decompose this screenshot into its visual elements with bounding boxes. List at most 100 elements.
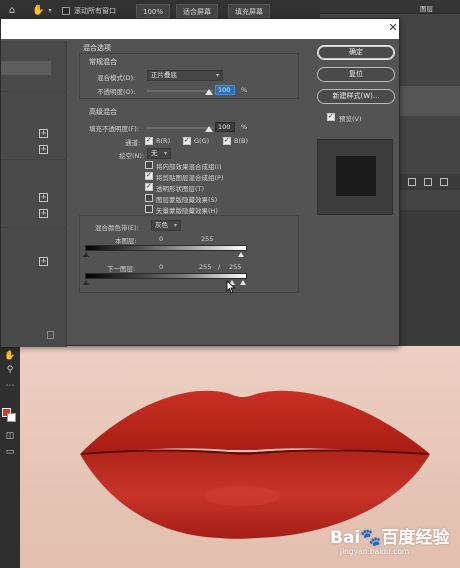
this-layer-black-handle[interactable] — [83, 252, 89, 257]
quick-mask-icon[interactable]: ◫ — [4, 430, 16, 442]
opacity-slider-handle[interactable] — [205, 89, 213, 95]
fit-screen-button[interactable]: 适合屏幕 — [176, 4, 218, 18]
layer-mask-hides-effects-checkbox[interactable] — [145, 194, 153, 202]
add-icon[interactable]: + — [39, 193, 48, 202]
this-layer-label: 本图层: — [115, 237, 137, 245]
blend-mode-value: 正片叠底 — [151, 71, 177, 79]
style-item-blending-options[interactable] — [1, 61, 51, 75]
style-preview-swatch — [336, 156, 376, 196]
blend-clipped-layers-label: 将剪贴图层混合成组(P) — [156, 174, 224, 182]
screen-mode-icon[interactable]: ▭ — [4, 446, 16, 458]
style-list: + + + + + — [1, 41, 67, 347]
blend-if-select[interactable]: 灰色 ▾ — [151, 220, 181, 231]
cursor-icon — [226, 280, 236, 294]
home-icon[interactable]: ⌂ — [6, 5, 18, 17]
channel-g-checkbox[interactable] — [183, 136, 191, 145]
this-layer-gradient[interactable] — [85, 245, 247, 251]
style-preview-box — [317, 139, 393, 215]
underlying-layer-label: 下一图层: — [107, 265, 136, 273]
fill-opacity-slider-handle[interactable] — [205, 126, 213, 132]
scroll-all-windows-label: 滚动所有窗口 — [74, 7, 116, 15]
watermark-url: jingyan.baidu.com — [340, 547, 410, 556]
fill-opacity-label: 填充不透明度(F): — [89, 125, 140, 133]
dialog-actions: 确定 复位 新建样式(W)... 预览(V) — [313, 41, 397, 347]
underlying-layer-white-handle-right[interactable] — [240, 280, 246, 285]
vector-mask-hides-effects-checkbox[interactable] — [145, 205, 153, 213]
underlying-layer-gradient[interactable] — [85, 273, 247, 279]
blend-if-label: 混合颜色带(E): — [95, 224, 139, 232]
trash-icon[interactable] — [440, 178, 448, 186]
chevron-down-icon: ▾ — [173, 222, 177, 229]
blend-interior-effects-label: 将内部效果混合成组(I) — [156, 163, 222, 171]
underlying-layer-min: 0 — [159, 263, 164, 271]
fill-opacity-slider[interactable] — [147, 127, 213, 129]
chevron-down-icon: ▾ — [163, 150, 167, 157]
toolbar: ✋ ⚲ ⋯ ◫ ▭ — [0, 346, 20, 568]
layers-tab[interactable]: 图层 — [420, 3, 433, 13]
style-divider — [1, 91, 67, 92]
knockout-select[interactable]: 无 ▾ — [147, 148, 171, 159]
add-icon[interactable]: + — [39, 209, 48, 218]
underlying-layer-black-handle[interactable] — [83, 280, 89, 285]
advanced-blending-title: 高级混合 — [89, 108, 117, 116]
layers-panel-footer — [400, 174, 460, 190]
ok-button[interactable]: 确定 — [317, 45, 395, 60]
vector-mask-hides-effects-label: 矢量蒙版隐藏效果(H) — [156, 207, 218, 215]
reset-button[interactable]: 复位 — [317, 67, 395, 82]
baidu-jingyan-watermark: Bai🐾百度经验 jingyan.baidu.com — [330, 523, 456, 563]
add-icon[interactable]: + — [39, 129, 48, 138]
this-layer-min: 0 — [159, 235, 164, 243]
this-layer-max: 255 — [201, 235, 214, 243]
preview-label: 预览(V) — [339, 115, 362, 123]
close-icon[interactable]: ✕ — [387, 22, 399, 34]
channel-r-label: R(R) — [156, 137, 171, 145]
opacity-input[interactable]: 100 — [215, 85, 235, 95]
fill-opacity-unit: % — [241, 123, 248, 131]
trash-icon[interactable] — [47, 331, 54, 339]
folder-icon[interactable] — [408, 178, 416, 186]
layer-style-dialog: ✕ + + + + + 混合选项 常规混合 混合模式(D): 正片叠底 ▾ 不透… — [0, 18, 400, 347]
new-style-button[interactable]: 新建样式(W)... — [317, 89, 395, 104]
knockout-label: 挖空(N): — [119, 152, 145, 160]
zoom-tool-icon[interactable]: ⚲ — [4, 364, 16, 376]
this-layer-white-handle[interactable] — [238, 252, 244, 257]
underlying-layer-max-2: 255 — [229, 263, 242, 271]
channel-b-checkbox[interactable] — [223, 136, 231, 145]
knockout-value: 无 — [151, 149, 158, 157]
opacity-slider[interactable] — [147, 90, 213, 92]
more-tools-icon[interactable]: ⋯ — [4, 380, 16, 392]
blend-mode-label: 混合模式(D): — [97, 74, 136, 82]
layer-row[interactable] — [400, 86, 460, 116]
opacity-unit: % — [241, 86, 248, 94]
add-icon[interactable] — [424, 178, 432, 186]
opacity-label: 不透明度(O): — [97, 88, 136, 96]
hand-icon[interactable]: ✋ — [32, 5, 44, 17]
preview-checkbox[interactable] — [327, 112, 335, 121]
blend-mode-select[interactable]: 正片叠底 ▾ — [147, 70, 223, 81]
fill-opacity-input[interactable]: 100 — [215, 122, 235, 132]
background-color-swatch[interactable] — [7, 413, 16, 422]
transparency-shapes-checkbox[interactable] — [145, 182, 153, 191]
transparency-shapes-label: 透明形状图层(T) — [156, 185, 205, 193]
fill-screen-button[interactable]: 填充屏幕 — [228, 4, 270, 18]
blend-clipped-layers-checkbox[interactable] — [145, 171, 153, 180]
watermark-logo: Bai🐾百度经验 — [330, 528, 450, 548]
layer-mask-hides-effects-label: 图层蒙版隐藏效果(S) — [156, 196, 218, 204]
dialog-titlebar[interactable]: ✕ — [1, 19, 399, 39]
channel-b-label: B(B) — [234, 137, 248, 145]
chevron-down-icon[interactable]: ▾ — [44, 5, 56, 17]
underlying-layer-max: 255 — [199, 263, 212, 271]
channel-g-label: G(G) — [194, 137, 210, 145]
general-blending-title: 常规混合 — [89, 58, 117, 66]
channels-label: 通道: — [125, 139, 141, 147]
layers-panel-tabs: 图层 — [320, 0, 460, 14]
channel-r-checkbox[interactable] — [145, 136, 153, 145]
zoom-100-button[interactable]: 100% — [136, 4, 171, 18]
blending-options-title: 混合选项 — [83, 44, 111, 52]
hand-tool-icon[interactable]: ✋ — [4, 350, 16, 362]
style-divider — [1, 159, 67, 160]
blend-interior-effects-checkbox[interactable] — [145, 161, 153, 169]
add-icon[interactable]: + — [39, 145, 48, 154]
scroll-all-windows-checkbox[interactable] — [62, 7, 70, 15]
add-icon[interactable]: + — [39, 257, 48, 266]
